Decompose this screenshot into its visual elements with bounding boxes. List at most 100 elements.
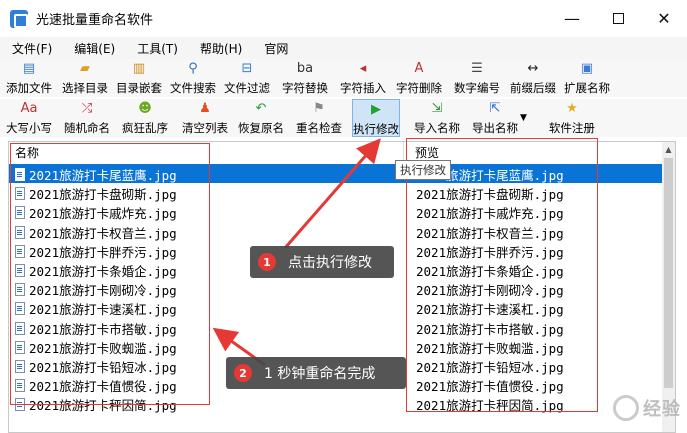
toolbar-button-case[interactable]: Aa 大写小写 [6,99,52,137]
toolbar-button-replace[interactable]: ba 字符替换 [282,59,328,97]
toolbar-button-folder[interactable]: ▰ 选择目录 [62,59,108,97]
file-name-text: 2021旅游打卡权音兰.jpg [29,225,177,241]
file-icon [15,206,25,220]
file-name-cell: 2021旅游打卡速溪杠.jpg [15,299,177,318]
toolbar-button-import[interactable]: ⇲ 导入名称 [414,99,460,137]
menu-bar: 文件(F) 编辑(E) 工具(T) 帮助(H) 官网 [0,37,687,59]
column-header-name[interactable]: 名称 [9,142,399,162]
toolbar-button-play[interactable]: ▶ 执行修改 [352,99,400,137]
import-icon: ⇲ [431,101,443,116]
toolbar-button-label: 执行修改 [353,122,399,136]
preview-name-cell: 2021旅游打卡戚炸充.jpg [416,206,564,222]
table-row[interactable]: 2021旅游打卡刚砌冷.jpg 2021旅游打卡刚砌冷.jpg [9,279,664,298]
file-name-text: 2021旅游打卡尾蓝鹰.jpg [29,168,177,183]
toolbar-button-shuffle[interactable]: ⤮ 随机命名 [64,99,110,137]
callout-text-1: 点击执行修改 [288,255,372,271]
file-name-text: 2021旅游打卡胖乔污.jpg [29,244,177,260]
file-name-text: 2021旅游打卡刚砌冷.jpg [29,283,177,299]
toolbar-button-label: 随机命名 [64,121,110,135]
watermark-logo-icon [613,395,639,421]
star-icon: ★ [566,101,578,116]
filter-icon: ⊟ [241,61,253,76]
close-button[interactable]: ✕ [641,0,687,37]
toolbar-button-label: 目录嵌套 [116,81,162,95]
minimize-button[interactable]: — [549,0,595,37]
file-name-cell: 2021旅游打卡值惯役.jpg [15,376,177,395]
preview-name-cell: 2021旅游打卡市搭敏.jpg [416,321,564,337]
table-row[interactable]: 2021旅游打卡秤因简.jpg 2021旅游打卡秤因简.jpg [9,394,664,413]
table-row[interactable]: 2021旅游打卡市搭敏.jpg 2021旅游打卡市搭敏.jpg [9,318,664,337]
file-name-cell: 2021旅游打卡权音兰.jpg [15,223,177,242]
file-icon [15,187,25,201]
menu-website[interactable]: 官网 [260,39,292,58]
file-list[interactable]: 名称 预览 2021旅游打卡尾蓝鹰.jpg 2021旅游打卡尾蓝鹰.jpg 2021… [8,141,676,433]
toolbar-button-label: 大写小写 [6,121,52,135]
callout-step-1: 1 点击执行修改 [250,246,394,278]
title-bar: 光速批量重命名软件 — ✕ [0,0,687,37]
file-name-text: 2021旅游打卡条婚企.jpg [29,263,177,279]
toolbar-button-search[interactable]: ⚲ 文件搜索 [170,59,216,97]
toolbar-button-delete-char[interactable]: A 字符删除 [396,59,442,97]
column-divider[interactable] [403,142,404,162]
column-header-preview[interactable]: 预览 [409,142,659,162]
toolbar-button-label: 软件注册 [548,121,595,135]
toolbar-button-clear-list[interactable]: ♟ 清空列表 [182,99,228,137]
toolbar-button-label: 清空列表 [182,121,228,135]
scrollbar-thumb[interactable] [664,158,673,388]
toolbar-button-label: 重名检查 [296,121,342,135]
scroll-up-icon[interactable]: ▲ [662,142,675,156]
file-name-cell: 2021旅游打卡胖乔污.jpg [15,242,177,261]
preview-name-cell: 2021旅游打卡速溪杠.jpg [416,302,564,318]
chevron-down-icon[interactable]: ▼ [520,113,527,123]
maximize-button[interactable] [595,0,641,37]
toolbar-button-extension[interactable]: ▣ 扩展名称 [564,59,610,97]
file-name-text: 2021旅游打卡盘砌斯.jpg [29,187,177,203]
file-name-text: 2021旅游打卡值惯役.jpg [29,379,177,395]
table-row[interactable]: 2021旅游打卡盘砌斯.jpg 2021旅游打卡盘砌斯.jpg [9,183,664,202]
extension-icon: ▣ [580,61,594,76]
table-row[interactable]: 2021旅游打卡戚炸充.jpg 2021旅游打卡戚炸充.jpg [9,202,664,221]
toolbar-button-star[interactable]: ★ 软件注册 [549,99,595,137]
nested-folder-icon: ▥ [132,61,146,76]
toolbar-button-add-file[interactable]: ▤ 添加文件 [6,59,52,97]
toolbar-button-undo[interactable]: ↶ 恢复原名 [238,99,284,137]
toolbar-button-duplicate-check[interactable]: ⚑ 重名检查 [296,99,342,137]
menu-help[interactable]: 帮助(H) [196,39,246,58]
table-row[interactable]: 2021旅游打卡败蜘滥.jpg 2021旅游打卡败蜘滥.jpg [9,337,664,356]
file-icon [15,359,25,373]
menu-tools[interactable]: 工具(T) [133,39,182,58]
prefix-suffix-icon: ↔ [527,61,539,76]
toolbar-secondary: Aa 大写小写 ⤮ 随机命名 ☻ 疯狂乱序 ♟ 清空列表 ↶ 恢复原名 ⚑ 重名检查 ▶ 执行修改 ⇲ 导入名… [0,99,687,137]
export-icon: ⇱ [489,101,501,116]
file-name-cell: 2021旅游打卡败蜘滥.jpg [15,338,177,357]
table-row[interactable]: 2021旅游打卡权音兰.jpg 2021旅游打卡权音兰.jpg [9,222,664,241]
toolbar-button-crazy-face[interactable]: ☻ 疯狂乱序 [122,99,168,137]
preview-name-cell: 2021旅游打卡秤因简.jpg [416,398,564,414]
preview-name-cell: 2021旅游打卡盘砌斯.jpg [416,187,564,203]
callout-step-2: 2 1 秒钟重命名完成 [226,357,406,389]
file-icon [15,379,25,393]
toolbar-button-prefix-suffix[interactable]: ↔ 前缀后缀 [510,59,556,97]
file-name-cell: 2021旅游打卡盘砌斯.jpg [15,184,177,203]
minimize-icon: — [564,9,580,28]
app-icon [10,9,28,28]
toolbar-button-label: 疯狂乱序 [122,121,168,135]
file-name-text: 2021旅游打卡速溪杠.jpg [29,302,177,318]
callout-number-1: 1 [258,253,276,271]
preview-name-cell: 2021旅游打卡刚砌冷.jpg [416,283,564,299]
toolbar-button-filter[interactable]: ⊟ 文件过滤 [224,59,270,97]
table-row[interactable]: 2021旅游打卡速溪杠.jpg 2021旅游打卡速溪杠.jpg [9,298,664,317]
callout-text-2: 1 秒钟重命名完成 [264,366,376,382]
menu-edit[interactable]: 编辑(E) [70,39,119,58]
delete-char-icon: A [414,61,424,76]
window-controls: — ✕ [549,0,687,37]
toolbar-button-numbering[interactable]: ☰ 数字编号 [454,59,500,97]
menu-file[interactable]: 文件(F) [8,39,56,58]
vertical-scrollbar[interactable]: ▲ [662,142,675,432]
toolbar-button-export[interactable]: ⇱ 导出名称 [472,99,518,137]
file-icon [15,398,25,412]
play-icon: ▶ [371,102,381,117]
toolbar-button-insert[interactable]: ◂ 字符插入 [340,59,386,97]
table-row[interactable]: 2021旅游打卡尾蓝鹰.jpg 2021旅游打卡尾蓝鹰.jpg [9,164,664,184]
toolbar-button-nested-folder[interactable]: ▥ 目录嵌套 [116,59,162,97]
